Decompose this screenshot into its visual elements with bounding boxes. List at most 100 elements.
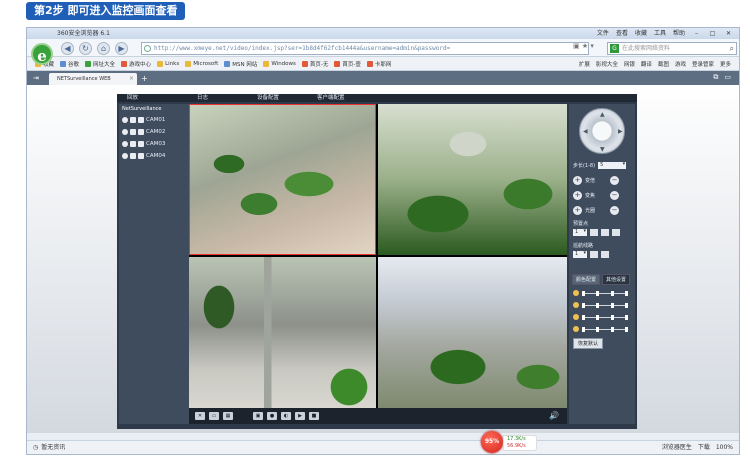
camera-item[interactable]: CAM04	[119, 150, 189, 162]
play-icon[interactable]	[130, 129, 136, 135]
preset-goto-icon[interactable]	[601, 229, 609, 236]
screenshot-button[interactable]: 截图	[658, 60, 669, 68]
nav-playback[interactable]: 回放	[119, 94, 189, 102]
translate-button[interactable]: 翻译	[641, 60, 652, 68]
fullscreen-icon[interactable]: ✕	[195, 412, 205, 420]
zoom-out-button[interactable]: −	[610, 176, 619, 185]
forward-icon[interactable]: ▶	[115, 42, 128, 55]
fav-item[interactable]: 卡耶网	[366, 60, 391, 68]
stream-icon[interactable]	[138, 153, 144, 159]
preset-set-icon[interactable]	[590, 229, 598, 236]
contrast-slider[interactable]	[573, 302, 628, 308]
fav-item[interactable]: MSN 网站	[224, 60, 257, 68]
url-tools[interactable]: ▣ ★ ▾	[573, 42, 594, 50]
maximize-icon[interactable]: □	[708, 28, 717, 39]
talk-icon[interactable]: ◐	[281, 412, 291, 420]
tab-color-config[interactable]: 颜色配置	[572, 274, 601, 285]
iris-open-button[interactable]: +	[573, 206, 582, 215]
fav-item[interactable]: Links	[157, 60, 179, 67]
refresh-icon[interactable]: ↻	[79, 42, 92, 55]
stream-icon[interactable]	[138, 129, 144, 135]
preset-clear-icon[interactable]	[612, 229, 620, 236]
preset-input[interactable]: 1	[573, 228, 587, 236]
hue-slider[interactable]	[573, 326, 628, 332]
download-button[interactable]: 下载	[698, 441, 710, 455]
camera-item[interactable]: CAM03	[119, 138, 189, 150]
search-icon[interactable]: ⌕	[730, 43, 734, 54]
tree-root[interactable]: NetSurveillance	[119, 104, 189, 114]
menu-favorites[interactable]: 收藏	[635, 28, 647, 39]
tab-other-settings[interactable]: 其他设置	[602, 274, 631, 285]
new-tab-icon[interactable]: +	[141, 74, 151, 83]
search-engine-icon[interactable]: G	[610, 44, 619, 53]
browser-doctor-button[interactable]: 浏览器医生	[662, 441, 692, 455]
restore-tabs-icon[interactable]: ⧉	[713, 73, 718, 82]
login-manager-button[interactable]: 登录管家	[692, 60, 714, 68]
record-all-icon[interactable]: ●	[267, 412, 277, 420]
zoom-level[interactable]: 100%	[716, 441, 733, 455]
speed-ball[interactable]: 95%	[481, 431, 503, 453]
menu-help[interactable]: 帮助	[673, 28, 685, 39]
bank-button[interactable]: 网银	[624, 60, 635, 68]
brightness-slider[interactable]	[573, 290, 628, 296]
nav-device-config[interactable]: 设备配置	[249, 94, 309, 102]
extensions-button[interactable]: 扩展	[579, 60, 590, 68]
step-select[interactable]: 5	[598, 161, 627, 169]
ptz-direction-pad[interactable]: ▲ ▼ ◀ ▶	[579, 108, 625, 154]
right-arrow-icon[interactable]: ▶	[618, 128, 623, 135]
tab-netsurveillance[interactable]: NETSurveillance WEB ×	[49, 73, 137, 85]
fav-item[interactable]: 网址大全	[85, 60, 115, 68]
fav-item[interactable]: Windows	[263, 60, 296, 67]
url-input[interactable]: http://www.xmeye.net/video/index.jsp?ser…	[141, 42, 589, 55]
video-feed-1[interactable]	[189, 104, 376, 255]
focus-in-button[interactable]: +	[573, 191, 582, 200]
more-button[interactable]: 更多	[720, 60, 731, 68]
snapshot-icon[interactable]: ▣	[253, 412, 263, 420]
stream-icon[interactable]	[138, 141, 144, 147]
fav-item[interactable]: 游戏中心	[121, 60, 151, 68]
sidebar-toggle-icon[interactable]: ⇥	[33, 74, 39, 82]
play-icon[interactable]	[130, 141, 136, 147]
camera-item[interactable]: CAM01	[119, 114, 189, 126]
nav-client-config[interactable]: 客户端配置	[309, 94, 353, 102]
cruise-stop-icon[interactable]	[601, 251, 609, 258]
camera-item[interactable]: CAM02	[119, 126, 189, 138]
play-icon[interactable]	[130, 117, 136, 123]
back-icon[interactable]: ◀	[61, 42, 74, 55]
minimize-icon[interactable]: –	[692, 28, 701, 39]
restore-default-button[interactable]: 恢复默认	[573, 338, 604, 349]
nav-log[interactable]: 日志	[189, 94, 249, 102]
menu-view[interactable]: 查看	[616, 28, 628, 39]
home-icon[interactable]: ⌂	[97, 42, 110, 55]
stop-all-icon[interactable]: ■	[309, 412, 319, 420]
focus-out-button[interactable]: −	[610, 191, 619, 200]
record-icon[interactable]	[122, 153, 128, 159]
play-icon[interactable]	[130, 153, 136, 159]
playback-icon[interactable]: ▶	[295, 412, 305, 420]
fav-item[interactable]: 首页-无	[301, 60, 328, 68]
stream-icon[interactable]	[138, 117, 144, 123]
layout-4-icon[interactable]: ▦	[223, 412, 233, 420]
tab-close-icon[interactable]: ×	[129, 73, 134, 85]
layout-1-icon[interactable]: ▭	[209, 412, 219, 420]
fav-item[interactable]: 谷歌	[60, 60, 79, 68]
menu-file[interactable]: 文件	[597, 28, 609, 39]
menu-tools[interactable]: 工具	[654, 28, 666, 39]
video-button[interactable]: 影视大全	[596, 60, 618, 68]
fav-item[interactable]: 首页-壹	[334, 60, 361, 68]
up-arrow-icon[interactable]: ▲	[600, 111, 605, 118]
record-icon[interactable]	[122, 129, 128, 135]
down-arrow-icon[interactable]: ▼	[600, 146, 605, 153]
close-icon[interactable]: ✕	[724, 28, 733, 39]
video-feed-3[interactable]	[189, 257, 376, 408]
tab-list-icon[interactable]: ▭	[724, 73, 731, 82]
left-arrow-icon[interactable]: ◀	[583, 128, 588, 135]
zoom-in-button[interactable]: +	[573, 176, 582, 185]
fav-item[interactable]: Microsoft	[185, 60, 218, 67]
search-input[interactable]: G 在此搜索网络资料 ⌕	[607, 42, 737, 55]
games-button[interactable]: 游戏	[675, 60, 686, 68]
volume-icon[interactable]: 🔊	[549, 412, 559, 420]
video-feed-4[interactable]	[378, 257, 567, 408]
cruise-start-icon[interactable]	[590, 251, 598, 258]
saturation-slider[interactable]	[573, 314, 628, 320]
